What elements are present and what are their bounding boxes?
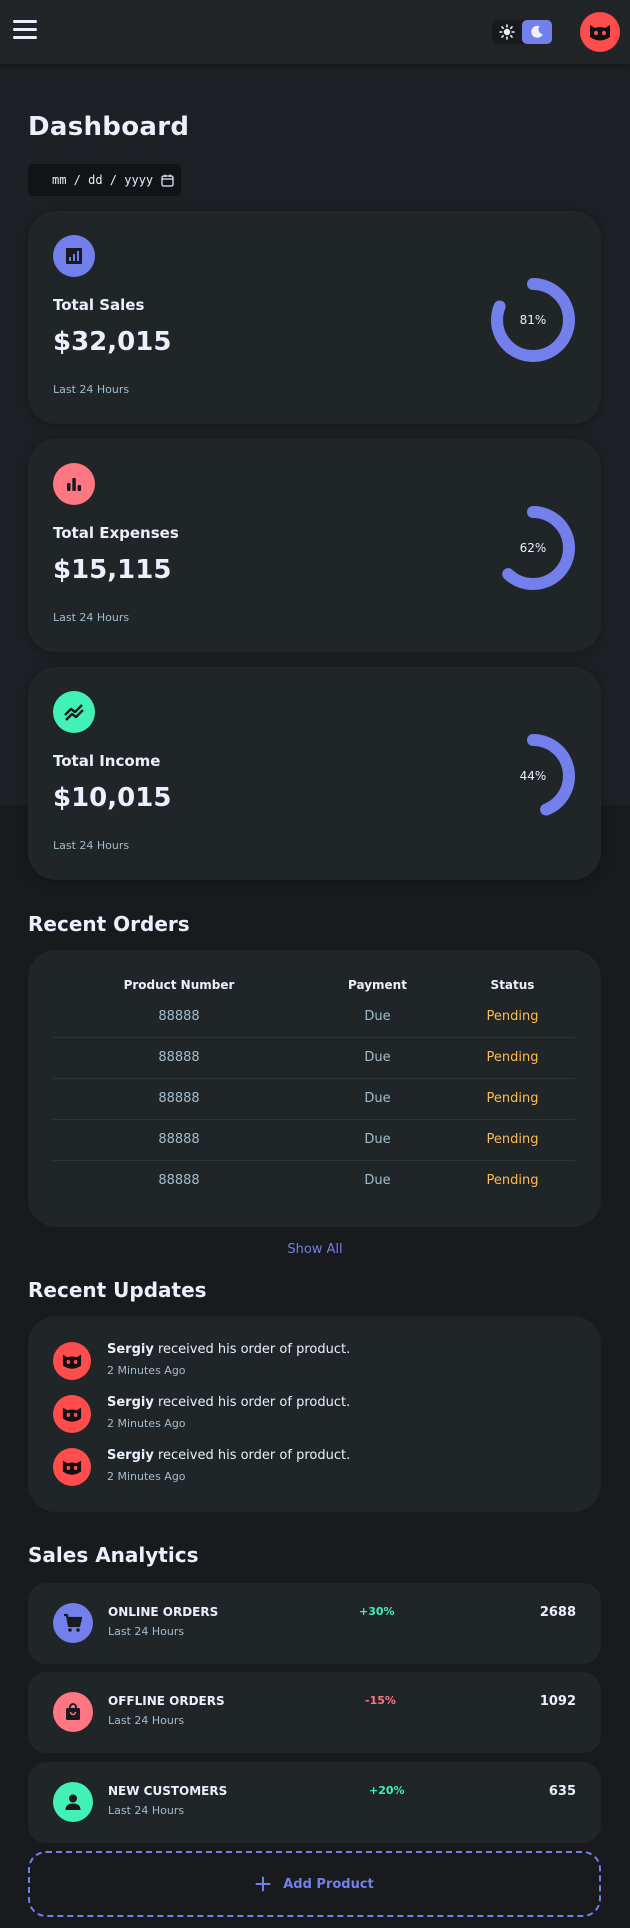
plus-icon [255,1876,271,1892]
insight-value: $10,015 [53,783,172,813]
analytics-subtext: Last 24 Hours [108,1625,185,1638]
theme-toggler[interactable] [492,20,552,44]
update-item: Sergiy received his order of product. 2 … [53,1448,573,1488]
status-cell: Pending [450,1119,575,1161]
update-user-name: Sergiy [107,1342,154,1357]
table-row[interactable]: 88888 Due Pending [53,1119,575,1161]
analytics-subtext: Last 24 Hours [108,1714,185,1727]
update-text: received his order of product. [153,1395,351,1410]
update-text: received his order of product. [153,1448,351,1463]
moon-icon[interactable] [522,20,552,44]
column-header: Payment [348,978,407,992]
recent-updates-card: Sergiy received his order of product. 2 … [28,1316,601,1512]
recent-orders-card: Product Number Payment Status 88888 Due … [28,950,601,1227]
update-item: Sergiy received his order of product. 2 … [53,1395,573,1435]
analytics-percentage: +30% [359,1605,395,1618]
status-cell: Pending [450,996,575,1038]
update-user-name: Sergiy [107,1448,154,1463]
progress-percentage: 62% [519,541,547,555]
payment-cell: Due [305,996,450,1038]
update-time: 2 Minutes Ago [107,1470,186,1483]
insight-card-income: Total Income $10,015 Last 24 Hours 44% [28,667,601,880]
recent-updates-title: Recent Updates [28,1278,207,1302]
analytics-count: 1092 [539,1694,576,1709]
calendar-icon[interactable] [161,174,174,187]
analytics-subtext: Last 24 Hours [108,1804,185,1817]
update-time: 2 Minutes Ago [107,1417,186,1430]
bar-chart-icon [53,463,95,505]
page-title: Dashboard [28,112,190,142]
column-header: Status [490,978,535,992]
insight-subtext: Last 24 Hours [53,611,130,624]
table-row[interactable]: 88888 Due Pending [53,1160,575,1201]
add-product-button[interactable]: Add Product [28,1851,601,1917]
analytics-count: 635 [548,1784,576,1799]
analytics-name: ONLINE ORDERS [108,1605,219,1619]
status-cell: Pending [486,1173,539,1189]
recent-orders-title: Recent Orders [28,912,190,936]
insight-label: Total Expenses [53,524,179,542]
menu-icon[interactable] [13,20,37,40]
shopping-bag-icon [53,1692,93,1732]
sales-analytics-title: Sales Analytics [28,1543,199,1567]
progress-percentage: 44% [519,769,547,783]
product-number-cell: 88888 [53,1078,305,1120]
insight-card-expenses: Total Expenses $15,115 Last 24 Hours 62% [28,439,601,652]
analytics-percentage: +20% [369,1784,405,1797]
update-user-name: Sergiy [107,1395,154,1410]
analytics-count: 2688 [539,1605,576,1620]
insight-value: $15,115 [53,555,172,585]
cart-icon [53,1603,93,1643]
table-row[interactable]: 88888 Due Pending [53,996,575,1038]
avatar [53,1342,91,1380]
payment-cell: Due [305,1119,450,1161]
table-row[interactable]: 88888 Due Pending [53,1078,575,1120]
payment-cell: Due [364,1173,391,1189]
avatar [53,1395,91,1433]
profile-avatar[interactable] [580,12,620,52]
product-number-cell: 88888 [53,1037,305,1079]
product-number-cell: 88888 [53,996,305,1038]
status-cell: Pending [450,1078,575,1120]
table-header-row: Product Number Payment Status [53,978,575,996]
column-header: Product Number [123,978,235,992]
stocks-icon [53,691,95,733]
show-all-link[interactable]: Show All [0,1242,630,1257]
insight-subtext: Last 24 Hours [53,839,130,852]
insight-subtext: Last 24 Hours [53,383,130,396]
insight-label: Total Sales [53,296,145,314]
update-text: received his order of product. [153,1342,351,1357]
payment-cell: Due [305,1037,450,1079]
insight-value: $32,015 [53,327,172,357]
insight-card-sales: Total Sales $32,015 Last 24 Hours 81% [28,211,601,424]
analytics-item-online-orders: ONLINE ORDERS Last 24 Hours +30% 2688 [28,1583,601,1664]
date-placeholder: mm / dd / yyyy [52,173,154,187]
update-message: Sergiy received his order of product. [107,1448,350,1463]
analytics-icon [53,235,95,277]
avatar [53,1448,91,1486]
product-number-cell: 88888 [158,1173,200,1189]
table-row[interactable]: 88888 Due Pending [53,1037,575,1079]
update-time: 2 Minutes Ago [107,1364,186,1377]
insight-label: Total Income [53,752,161,770]
payment-cell: Due [305,1078,450,1120]
analytics-name: NEW CUSTOMERS [108,1784,228,1798]
update-message: Sergiy received his order of product. [107,1342,350,1357]
update-message: Sergiy received his order of product. [107,1395,350,1410]
person-icon [53,1782,93,1822]
status-cell: Pending [450,1037,575,1079]
add-product-label: Add Product [283,1876,374,1892]
date-input[interactable]: mm / dd / yyyy [28,164,181,196]
top-bar [0,0,630,64]
analytics-item-new-customers: NEW CUSTOMERS Last 24 Hours +20% 635 [28,1762,601,1843]
analytics-name: OFFLINE ORDERS [108,1694,225,1708]
analytics-percentage: -15% [365,1694,396,1707]
sun-icon[interactable] [492,20,522,44]
update-item: Sergiy received his order of product. 2 … [53,1342,573,1382]
progress-percentage: 81% [519,313,547,327]
orders-table: Product Number Payment Status 88888 Due … [53,978,575,1201]
analytics-item-offline-orders: OFFLINE ORDERS Last 24 Hours -15% 1092 [28,1672,601,1753]
product-number-cell: 88888 [53,1119,305,1161]
